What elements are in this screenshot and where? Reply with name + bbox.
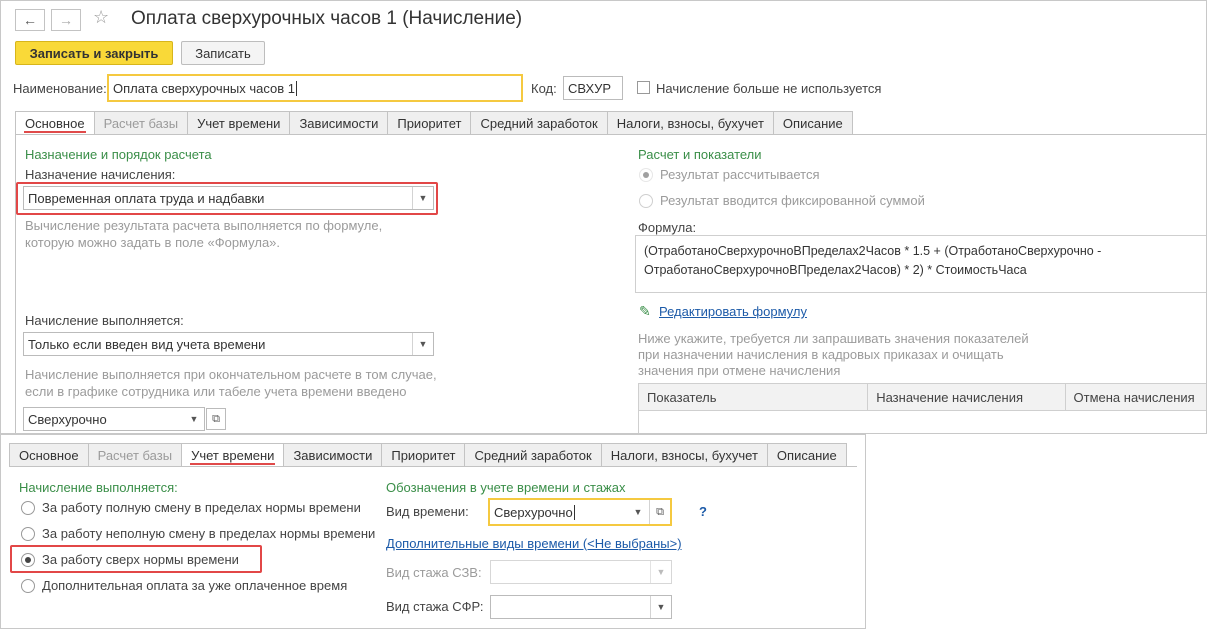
highlight-purpose: [16, 182, 438, 215]
radio-calc[interactable]: [639, 168, 653, 182]
formula-line-1: (ОтработаноСверхурочноВПределах2Часов * …: [644, 244, 1102, 258]
tab-priority[interactable]: Приоритет: [387, 111, 472, 134]
section-title-calc: Расчет и показатели: [638, 147, 762, 162]
sfr-select[interactable]: ▼: [490, 595, 672, 619]
tab-taxes[interactable]: Налоги, взносы, бухучет: [606, 111, 774, 134]
help-icon[interactable]: ?: [699, 504, 707, 519]
name-label: Наименование:: [13, 81, 107, 96]
extra-time-kinds-link[interactable]: Дополнительные виды времени (<Не выбраны…: [386, 536, 682, 551]
unused-label: Начисление больше не используется: [656, 81, 882, 96]
tabs-bottom: Основное Расчет базы Учет времени Зависи…: [9, 443, 847, 467]
radio-fixed-label: Результат вводится фиксированной суммой: [660, 193, 925, 208]
tab-main[interactable]: Основное: [9, 443, 89, 466]
arrow-left-icon: ←: [23, 12, 37, 28]
back-button[interactable]: ←: [15, 9, 45, 31]
column-header-assignment[interactable]: Назначение начисления: [868, 384, 1066, 410]
formula-label: Формула:: [638, 220, 697, 235]
tabs-top-divider: [15, 134, 1206, 135]
purpose-label: Назначение начисления:: [25, 167, 176, 182]
window-title: Оплата сверхурочных часов 1 (Начисление): [131, 8, 523, 29]
save-button[interactable]: Записать: [181, 41, 265, 65]
indicators-table-body: [638, 410, 1206, 433]
radio-partial-shift[interactable]: [21, 527, 35, 541]
open-icon[interactable]: ⧉: [649, 500, 670, 524]
time-kind-select-top[interactable]: Сверхурочно ▼: [23, 407, 205, 431]
tab-average-earnings[interactable]: Средний заработок: [470, 111, 608, 134]
pencil-icon: ✎: [639, 303, 651, 319]
purpose-hint-1: Вычисление результата расчета выполняетс…: [25, 218, 383, 233]
bottom-window: Основное Расчет базы Учет времени Зависи…: [0, 434, 866, 629]
purpose-hint-2: которую можно задать в поле «Формула».: [25, 235, 281, 250]
performed-hint-2: если в графике сотрудника или табеле уче…: [25, 384, 407, 399]
performed-hint-1: Начисление выполняется при окончательном…: [25, 367, 437, 382]
radio-extra-pay[interactable]: [21, 579, 35, 593]
unused-checkbox[interactable]: [637, 81, 650, 94]
name-input[interactable]: Оплата сверхурочных часов 1: [107, 74, 523, 102]
formula-field[interactable]: (ОтработаноСверхурочноВПределах2Часов * …: [635, 235, 1206, 293]
radio-extra-pay-label: Дополнительная оплата за уже оплаченное …: [42, 578, 348, 593]
tabs-bottom-divider: [9, 466, 857, 467]
radio-partial-shift-label: За работу неполную смену в пределах норм…: [42, 526, 376, 541]
performed-select[interactable]: Только если введен вид учета времени ▼: [23, 332, 434, 356]
chevron-down-icon[interactable]: ▼: [628, 500, 648, 524]
radio-fixed[interactable]: [639, 194, 653, 208]
szv-select[interactable]: ▼: [490, 560, 672, 584]
code-label: Код:: [531, 81, 557, 96]
top-window: ← → ☆ Оплата сверхурочных часов 1 (Начис…: [0, 0, 1207, 434]
tab-panel-border-left: [15, 134, 16, 433]
indicators-hint-1: Ниже укажите, требуется ли запрашивать з…: [638, 331, 1029, 346]
tab-main[interactable]: Основное: [15, 111, 95, 135]
edit-formula-link[interactable]: Редактировать формулу: [659, 304, 807, 319]
tab-dependencies[interactable]: Зависимости: [283, 443, 383, 466]
save-and-close-button[interactable]: Записать и закрыть: [15, 41, 173, 65]
open-icon: ⧉: [212, 412, 220, 425]
time-kind-label: Вид времени:: [386, 504, 469, 519]
chevron-down-icon[interactable]: ▼: [412, 333, 433, 355]
chevron-down-icon[interactable]: ▼: [650, 596, 671, 618]
radio-full-shift-label: За работу полную смену в пределах нормы …: [42, 500, 361, 515]
favorite-star-icon[interactable]: ☆: [93, 7, 109, 28]
section-title-purpose: Назначение и порядок расчета: [25, 147, 212, 162]
forward-button[interactable]: →: [51, 9, 81, 31]
formula-line-2: ОтработаноСверхурочноВПределах2Часов) * …: [644, 263, 1027, 277]
tab-priority[interactable]: Приоритет: [381, 443, 466, 466]
tab-base-calc[interactable]: Расчет базы: [93, 111, 189, 134]
column-header-cancellation[interactable]: Отмена начисления: [1066, 384, 1206, 410]
tab-dependencies[interactable]: Зависимости: [289, 111, 389, 134]
chevron-down-icon[interactable]: ▼: [184, 408, 204, 430]
szv-label: Вид стажа СЗВ:: [386, 565, 482, 580]
indicators-table-header: Показатель Назначение начисления Отмена …: [638, 383, 1206, 411]
performed-title: Начисление выполняется:: [19, 480, 178, 495]
tab-time-accounting[interactable]: Учет времени: [181, 443, 285, 467]
tab-description[interactable]: Описание: [772, 111, 853, 134]
tab-base-calc[interactable]: Расчет базы: [87, 443, 183, 466]
highlight-overtime: [10, 545, 262, 573]
indicators-hint-3: значения при отмене начисления: [638, 363, 841, 378]
open-time-kind-button[interactable]: ⧉: [206, 408, 226, 430]
chevron-down-icon[interactable]: ▼: [650, 561, 671, 583]
tab-time-accounting[interactable]: Учет времени: [187, 111, 291, 134]
radio-calc-label: Результат рассчитывается: [660, 167, 820, 182]
radio-full-shift[interactable]: [21, 501, 35, 515]
indicators-hint-2: при назначении начисления в кадровых при…: [638, 347, 1004, 362]
arrow-right-icon: →: [59, 12, 73, 28]
column-header-indicator[interactable]: Показатель: [639, 384, 869, 410]
performed-label: Начисление выполняется:: [25, 313, 184, 328]
code-input[interactable]: СВХУР: [563, 76, 623, 100]
time-kind-select[interactable]: Сверхурочно ▼ ⧉: [488, 498, 672, 526]
tab-taxes[interactable]: Налоги, взносы, бухучет: [600, 443, 768, 466]
tab-average-earnings[interactable]: Средний заработок: [464, 443, 602, 466]
tab-description[interactable]: Описание: [766, 443, 847, 466]
sfr-label: Вид стажа СФР:: [386, 599, 484, 614]
designations-title: Обозначения в учете времени и стажах: [386, 480, 626, 495]
tabs-top: Основное Расчет базы Учет времени Зависи…: [15, 111, 853, 135]
